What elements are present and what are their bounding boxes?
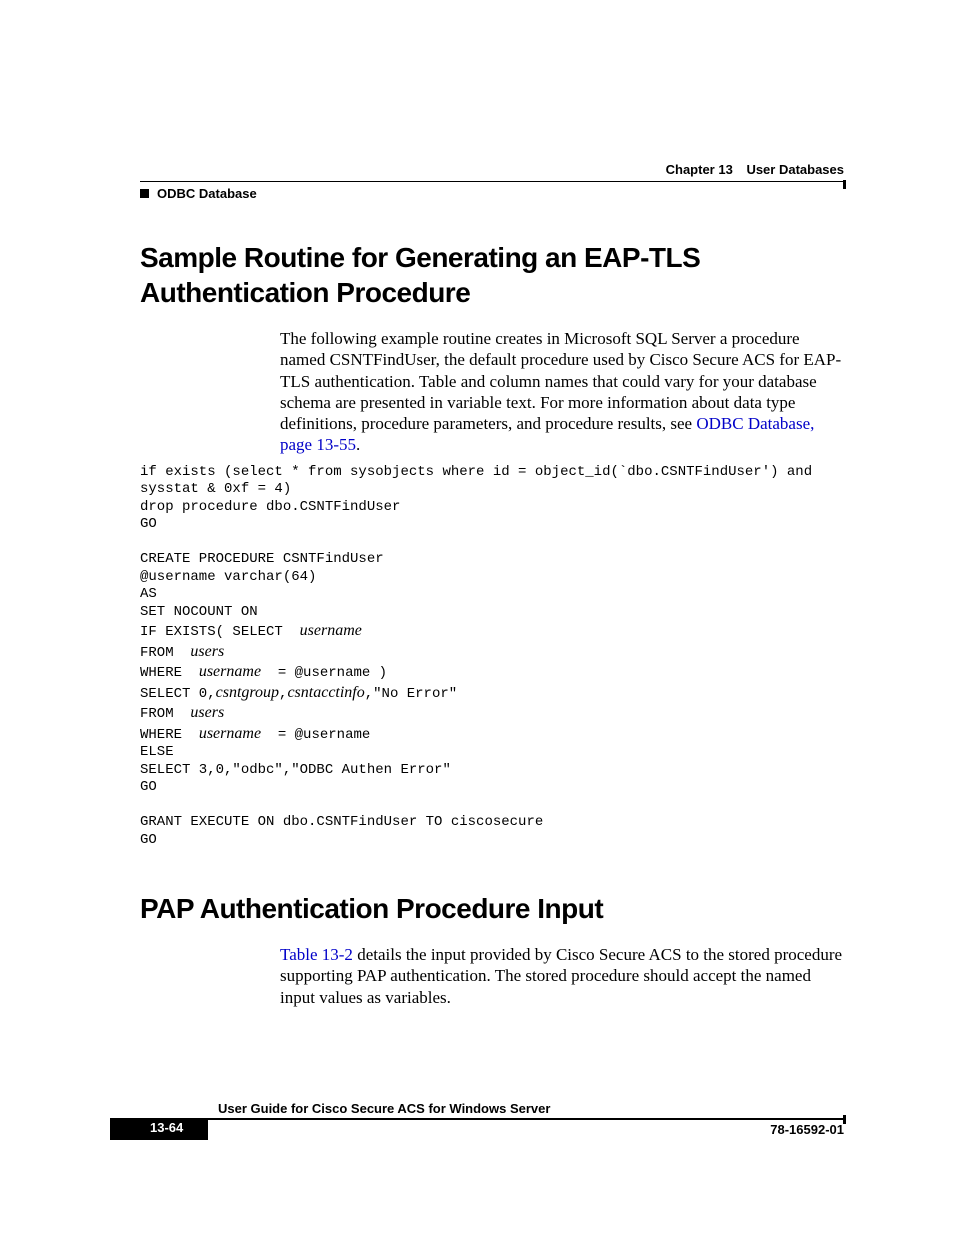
guide-title: User Guide for Cisco Secure ACS for Wind… xyxy=(218,1101,844,1116)
pap-paragraph: Table 13-2 details the input provided by… xyxy=(280,944,844,1008)
intro-paragraph: The following example routine creates in… xyxy=(280,328,844,456)
sql-code-block: if exists (select * from sysobjects wher… xyxy=(140,464,844,850)
section-name: ODBC Database xyxy=(157,186,257,201)
chapter-title: User Databases xyxy=(746,162,844,177)
chapter-number: Chapter 13 xyxy=(666,162,733,177)
page-header: Chapter 13 User Databases ODBC Database xyxy=(140,162,844,201)
document-id: 78-16592-01 xyxy=(770,1122,844,1137)
section-heading: Sample Routine for Generating an EAP-TLS… xyxy=(140,240,844,310)
page-footer: User Guide for Cisco Secure ACS for Wind… xyxy=(110,1101,844,1140)
square-bullet-icon xyxy=(140,189,149,198)
page-number: 13-64 xyxy=(150,1120,183,1135)
page-content: Sample Routine for Generating an EAP-TLS… xyxy=(140,240,844,1016)
section-heading: PAP Authentication Procedure Input xyxy=(140,891,844,926)
table-13-2-link[interactable]: Table 13-2 xyxy=(280,945,353,964)
